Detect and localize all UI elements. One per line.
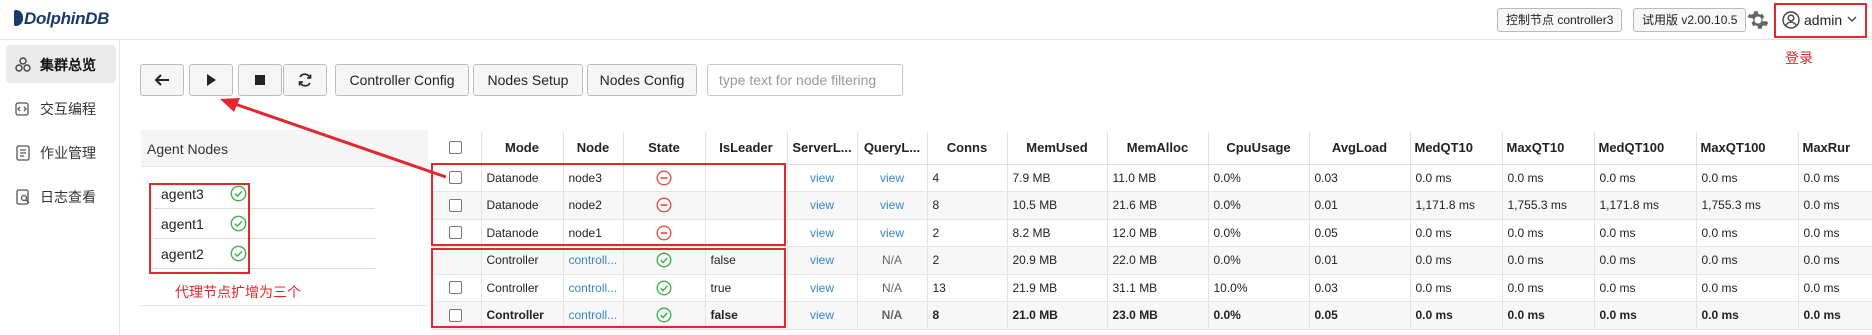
annotation-arrow — [220, 98, 447, 179]
dolphindb-web-console: DolphinDB 控制节点 controller3 试用版 v2.00.10.… — [0, 0, 1872, 335]
